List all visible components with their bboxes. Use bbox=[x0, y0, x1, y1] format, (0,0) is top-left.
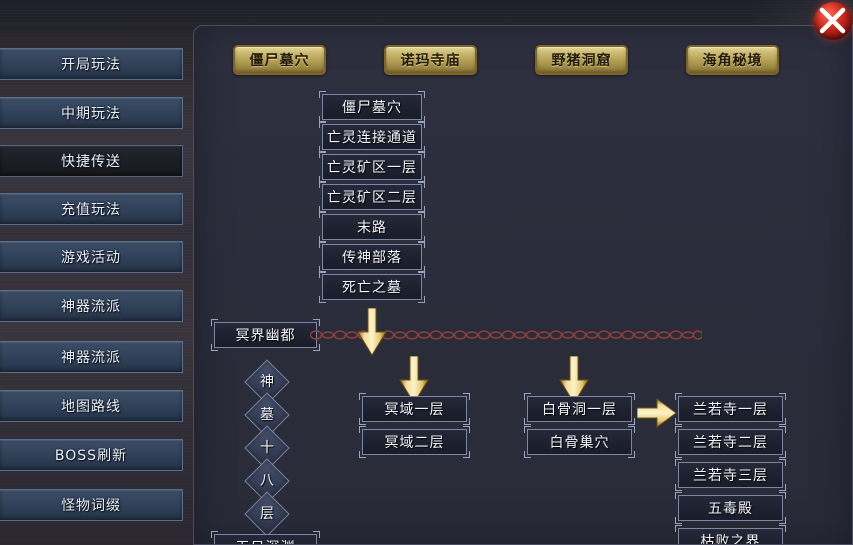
tab-label: 僵尸墓穴 bbox=[249, 53, 310, 69]
arrow-right-icon bbox=[637, 398, 677, 428]
node-mingyu-floor-2[interactable]: 冥域二层 bbox=[359, 426, 470, 458]
sidebar-item-6[interactable]: 神器流派 bbox=[0, 341, 183, 373]
panel-content: 僵尸墓穴 诺玛寺庙 野猪洞窟 海角秘境 僵尸墓穴 亡灵连接通道 亡灵矿区一层 亡… bbox=[194, 26, 852, 544]
node-label: 亡灵矿区二层 bbox=[327, 190, 417, 206]
sidebar-item-label: BOSS刷新 bbox=[54, 448, 128, 464]
node-godly-tribe[interactable]: 传神部落 bbox=[319, 241, 425, 273]
node-undead-mine-2[interactable]: 亡灵矿区二层 bbox=[319, 181, 425, 213]
node-undead-mine-1[interactable]: 亡灵矿区一层 bbox=[319, 151, 425, 183]
node-tomb-of-death[interactable]: 死亡之墓 bbox=[319, 271, 425, 303]
sidebar-item-7[interactable]: 地图路线 bbox=[0, 390, 183, 422]
node-label: 亡灵连接通道 bbox=[327, 130, 417, 146]
sidebar-item-label: 开局玩法 bbox=[61, 57, 121, 73]
diamond-label: 层 bbox=[260, 506, 274, 522]
node-label: 兰若寺一层 bbox=[693, 402, 768, 418]
tab-boar-cave[interactable]: 野猪洞窟 bbox=[535, 45, 628, 75]
sidebar-item-label: 快捷传送 bbox=[61, 154, 121, 170]
node-label: 死亡之墓 bbox=[342, 280, 402, 296]
sidebar-item-label: 神器流派 bbox=[61, 299, 121, 315]
tab-label: 海角秘境 bbox=[702, 53, 763, 69]
sidebar: 开局玩法 中期玩法 快捷传送 充值玩法 游戏活动 神器流派 神器流派 地图路线 … bbox=[0, 0, 185, 545]
tab-label: 诺玛寺庙 bbox=[400, 53, 461, 69]
node-lanruo-floor-3[interactable]: 兰若寺三层 bbox=[675, 459, 786, 491]
sidebar-item-1[interactable]: 中期玩法 bbox=[0, 97, 183, 129]
node-label: 兰若寺三层 bbox=[693, 468, 768, 484]
node-zombie-tomb[interactable]: 僵尸墓穴 bbox=[319, 91, 425, 123]
teleport-panel: 僵尸墓穴 诺玛寺庙 野猪洞窟 海角秘境 僵尸墓穴 亡灵连接通道 亡灵矿区一层 亡… bbox=[193, 25, 853, 545]
sidebar-item-label: 怪物词缀 bbox=[61, 498, 121, 514]
sidebar-item-2[interactable]: 快捷传送 bbox=[0, 145, 183, 177]
sidebar-item-label: 地图路线 bbox=[61, 399, 121, 415]
sidebar-item-label: 充值玩法 bbox=[61, 202, 121, 218]
sidebar-item-label: 中期玩法 bbox=[61, 106, 121, 122]
tab-label: 野猪洞窟 bbox=[551, 53, 612, 69]
node-mingyu-floor-1[interactable]: 冥域一层 bbox=[359, 393, 470, 425]
node-withered-realm[interactable]: 枯败之界 bbox=[675, 525, 786, 545]
tab-norma-temple[interactable]: 诺玛寺庙 bbox=[384, 45, 477, 75]
sidebar-item-8[interactable]: BOSS刷新 bbox=[0, 439, 183, 471]
node-label: 冥界幽都 bbox=[235, 328, 296, 344]
node-lanruo-floor-2[interactable]: 兰若寺二层 bbox=[675, 426, 786, 458]
node-label: 冥域一层 bbox=[384, 402, 445, 418]
node-dead-end[interactable]: 末路 bbox=[319, 211, 425, 243]
sidebar-item-3[interactable]: 充值玩法 bbox=[0, 193, 183, 225]
node-label: 僵尸墓穴 bbox=[342, 100, 402, 116]
game-window: 世界 地图 开局玩法 中期玩法 快捷传送 充值玩法 游戏活动 神器流派 神器流派… bbox=[0, 0, 853, 545]
node-underworld-city[interactable]: 冥界幽都 bbox=[211, 319, 320, 351]
node-label: 末路 bbox=[357, 220, 387, 236]
sidebar-item-4[interactable]: 游戏活动 bbox=[0, 241, 183, 273]
node-label: 五毒殿 bbox=[708, 501, 753, 517]
node-baigu-cave-1[interactable]: 白骨洞一层 bbox=[524, 393, 635, 425]
close-icon bbox=[819, 7, 846, 34]
sidebar-item-label: 神器流派 bbox=[61, 350, 121, 366]
node-label: 枯败之界 bbox=[700, 534, 761, 545]
node-label: 传神部落 bbox=[342, 250, 402, 266]
node-sunless-abyss[interactable]: 无日深渊 bbox=[211, 531, 320, 544]
tab-cape-secret[interactable]: 海角秘境 bbox=[686, 45, 779, 75]
node-label: 白骨巢穴 bbox=[549, 435, 610, 451]
node-baigu-nest[interactable]: 白骨巢穴 bbox=[524, 426, 635, 458]
node-five-poison-hall[interactable]: 五毒殿 bbox=[675, 492, 786, 524]
node-label: 冥域二层 bbox=[384, 435, 445, 451]
node-label: 兰若寺二层 bbox=[693, 435, 768, 451]
node-undead-passage[interactable]: 亡灵连接通道 bbox=[319, 121, 425, 153]
sidebar-item-label: 游戏活动 bbox=[61, 250, 121, 266]
node-label: 无日深渊 bbox=[236, 537, 296, 544]
diamond-chip-4[interactable]: 层 bbox=[244, 491, 290, 537]
node-lanruo-floor-1[interactable]: 兰若寺一层 bbox=[675, 393, 786, 425]
close-button[interactable] bbox=[812, 0, 853, 41]
node-label: 亡灵矿区一层 bbox=[327, 160, 417, 176]
sidebar-item-0[interactable]: 开局玩法 bbox=[0, 48, 183, 80]
chain-decoration bbox=[310, 330, 702, 340]
node-label: 白骨洞一层 bbox=[542, 402, 617, 418]
sidebar-item-9[interactable]: 怪物词缀 bbox=[0, 489, 183, 521]
tab-zombie-tomb[interactable]: 僵尸墓穴 bbox=[233, 45, 326, 75]
sidebar-item-5[interactable]: 神器流派 bbox=[0, 290, 183, 322]
